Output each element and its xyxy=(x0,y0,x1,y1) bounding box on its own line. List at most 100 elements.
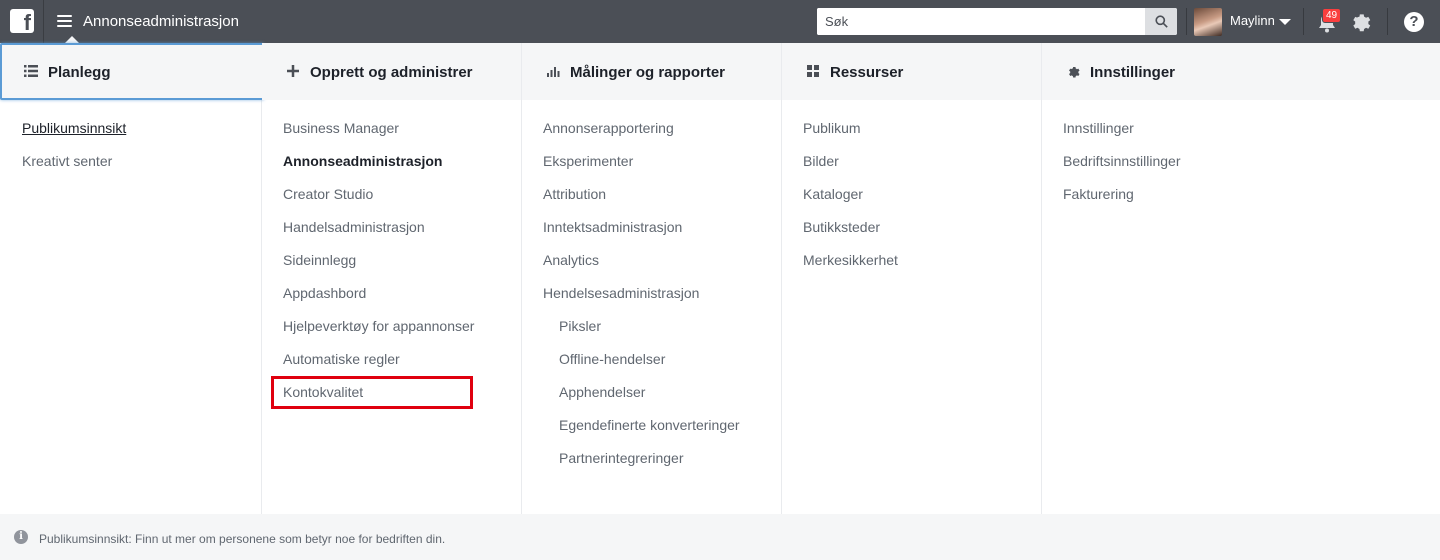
menu-item-label: Sideinnlegg xyxy=(283,252,357,268)
menu-item-label: Business Manager xyxy=(283,120,399,136)
menu-item-label: Eksperimenter xyxy=(543,153,634,169)
username[interactable]: Maylinn xyxy=(1230,13,1275,28)
menu-item-label: Analytics xyxy=(543,252,600,268)
menu-item-offline-hendelser[interactable]: Offline-hendelser xyxy=(543,351,740,384)
menu-item-partnerintegreringer[interactable]: Partnerintegreringer xyxy=(543,450,740,483)
column-planlegg: Planlegg Publikumsinnsikt Kreativt sente… xyxy=(0,43,264,514)
column-malinger: Målinger og rapporter Annonserapporterin… xyxy=(522,43,782,514)
column-ressurser: Ressurser Publikum Bilder Kataloger Buti… xyxy=(782,43,1042,514)
divider xyxy=(1387,8,1388,35)
divider xyxy=(1303,8,1304,35)
menu-item-label: Innstillinger xyxy=(1063,120,1134,136)
menu-item-label: Bedriftsinnstillinger xyxy=(1063,153,1181,169)
menu-item-label: Automatiske regler xyxy=(283,351,400,367)
search-icon xyxy=(1154,15,1168,28)
menu-item-label: Egendefinerte konverteringer xyxy=(559,417,740,433)
menu-item-label: Handelsadministrasjon xyxy=(283,219,425,235)
menu-item-label: Appdashbord xyxy=(283,285,367,301)
avatar[interactable] xyxy=(1194,8,1222,36)
menu-item-inntektsadministrasjon[interactable]: Inntektsadministrasjon xyxy=(543,219,740,252)
column-header-malinger[interactable]: Målinger og rapporter xyxy=(522,43,781,100)
facebook-logo-icon[interactable]: f xyxy=(10,9,34,35)
menu-list: Annonserapportering Eksperimenter Attrib… xyxy=(543,120,740,483)
menu-item-butikksteder[interactable]: Butikksteder xyxy=(803,219,898,252)
menu-item-label: Hendelsesadministrasjon xyxy=(543,285,700,301)
gear-icon[interactable] xyxy=(1350,11,1371,32)
bar-chart-icon xyxy=(546,64,560,78)
column-header-innstillinger[interactable]: Innstillinger xyxy=(1042,43,1440,100)
menu-item-sideinnlegg[interactable]: Sideinnlegg xyxy=(283,252,474,285)
footer-text: Publikumsinnsikt: Finn ut mer om persone… xyxy=(39,532,446,546)
menu-list: Business Manager Annonseadministrasjon C… xyxy=(283,120,474,417)
menu-item-label: Annonseadministrasjon xyxy=(283,153,443,169)
menu-item-handelsadministrasjon[interactable]: Handelsadministrasjon xyxy=(283,219,474,252)
info-icon: i xyxy=(14,530,28,544)
menu-item-label: Apphendelser xyxy=(559,384,646,400)
menu-item-innstillinger[interactable]: Innstillinger xyxy=(1063,120,1181,153)
menu-item-annonserapportering[interactable]: Annonserapportering xyxy=(543,120,740,153)
hamburger-menu-icon[interactable] xyxy=(57,15,72,28)
divider xyxy=(1186,8,1187,35)
menu-item-label: Attribution xyxy=(543,186,607,202)
menu-item-label: Hjelpeverktøy for appannonser xyxy=(283,318,475,334)
menu-item-label: Butikksteder xyxy=(803,219,881,235)
column-header-opprett[interactable]: Opprett og administrer xyxy=(262,43,521,100)
menu-item-fakturering[interactable]: Fakturering xyxy=(1063,186,1181,219)
divider xyxy=(43,0,44,43)
menu-item-hjelpeverktoy[interactable]: Hjelpeverktøy for appannonser xyxy=(283,318,474,351)
column-opprett: Opprett og administrer Business Manager … xyxy=(262,43,522,514)
menu-item-creator-studio[interactable]: Creator Studio xyxy=(283,186,474,219)
column-header-planlegg[interactable]: Planlegg xyxy=(0,43,264,100)
menu-item-annonseadministrasjon[interactable]: Annonseadministrasjon xyxy=(283,153,474,186)
menu-item-publikum[interactable]: Publikum xyxy=(803,120,898,153)
menu-item-piksler[interactable]: Piksler xyxy=(543,318,740,351)
column-innstillinger: Innstillinger Innstillinger Bedriftsinns… xyxy=(1042,43,1440,514)
menu-item-label: Partnerintegreringer xyxy=(559,450,684,466)
search-input[interactable] xyxy=(817,8,1145,35)
column-title: Innstillinger xyxy=(1090,64,1176,81)
menu-item-bilder[interactable]: Bilder xyxy=(803,153,898,186)
list-icon xyxy=(24,64,38,78)
menu-item-label: Annonserapportering xyxy=(543,120,674,136)
menu-item-attribution[interactable]: Attribution xyxy=(543,186,740,219)
top-bar: f Annonseadministrasjon Maylinn 49 ? xyxy=(0,0,1440,43)
menu-list: Publikumsinnsikt Kreativt senter xyxy=(22,120,126,186)
menu-item-eksperimenter[interactable]: Eksperimenter xyxy=(543,153,740,186)
menu-item-label: Publikumsinnsikt xyxy=(22,120,127,136)
menu-item-label: Inntektsadministrasjon xyxy=(543,219,683,235)
help-icon[interactable]: ? xyxy=(1404,12,1424,32)
footer-hint: i Publikumsinnsikt: Finn ut mer om perso… xyxy=(0,514,1440,560)
menu-item-kataloger[interactable]: Kataloger xyxy=(803,186,898,219)
grid-icon xyxy=(806,64,820,78)
navigation-menu: Planlegg Publikumsinnsikt Kreativt sente… xyxy=(0,43,1440,560)
menu-list: Publikum Bilder Kataloger Butikksteder M… xyxy=(803,120,898,285)
search-button[interactable] xyxy=(1145,8,1177,35)
search-box xyxy=(817,8,1177,35)
menu-item-apphendelser[interactable]: Apphendelser xyxy=(543,384,740,417)
menu-list: Innstillinger Bedriftsinnstillinger Fakt… xyxy=(1063,120,1181,219)
menu-item-label: Publikum xyxy=(803,120,861,136)
menu-item-kreativt-senter[interactable]: Kreativt senter xyxy=(22,153,126,186)
menu-caret-icon xyxy=(65,36,79,43)
menu-item-bedriftsinnstillinger[interactable]: Bedriftsinnstillinger xyxy=(1063,153,1181,186)
menu-item-label: Offline-hendelser xyxy=(559,351,666,367)
column-title: Målinger og rapporter xyxy=(570,64,726,81)
gear-icon xyxy=(1066,64,1080,78)
column-title: Opprett og administrer xyxy=(310,64,473,81)
menu-item-label: Creator Studio xyxy=(283,186,374,202)
column-header-ressurser[interactable]: Ressurser xyxy=(782,43,1041,100)
column-title: Ressurser xyxy=(830,64,904,81)
app-title[interactable]: Annonseadministrasjon xyxy=(83,13,239,30)
menu-item-analytics[interactable]: Analytics xyxy=(543,252,740,285)
menu-item-label: Kreativt senter xyxy=(22,153,113,169)
chevron-down-icon[interactable] xyxy=(1279,19,1291,25)
highlight-box xyxy=(271,376,473,409)
menu-item-egendefinerte-konverteringer[interactable]: Egendefinerte konverteringer xyxy=(543,417,740,450)
menu-item-publikumsinnsikt[interactable]: Publikumsinnsikt xyxy=(22,120,126,153)
menu-item-merkesikkerhet[interactable]: Merkesikkerhet xyxy=(803,252,898,285)
menu-item-hendelsesadministrasjon[interactable]: Hendelsesadministrasjon xyxy=(543,285,740,318)
menu-item-appdashbord[interactable]: Appdashbord xyxy=(283,285,474,318)
menu-item-business-manager[interactable]: Business Manager xyxy=(283,120,474,153)
notification-badge: 49 xyxy=(1322,8,1342,23)
menu-item-label: Merkesikkerhet xyxy=(803,252,898,268)
